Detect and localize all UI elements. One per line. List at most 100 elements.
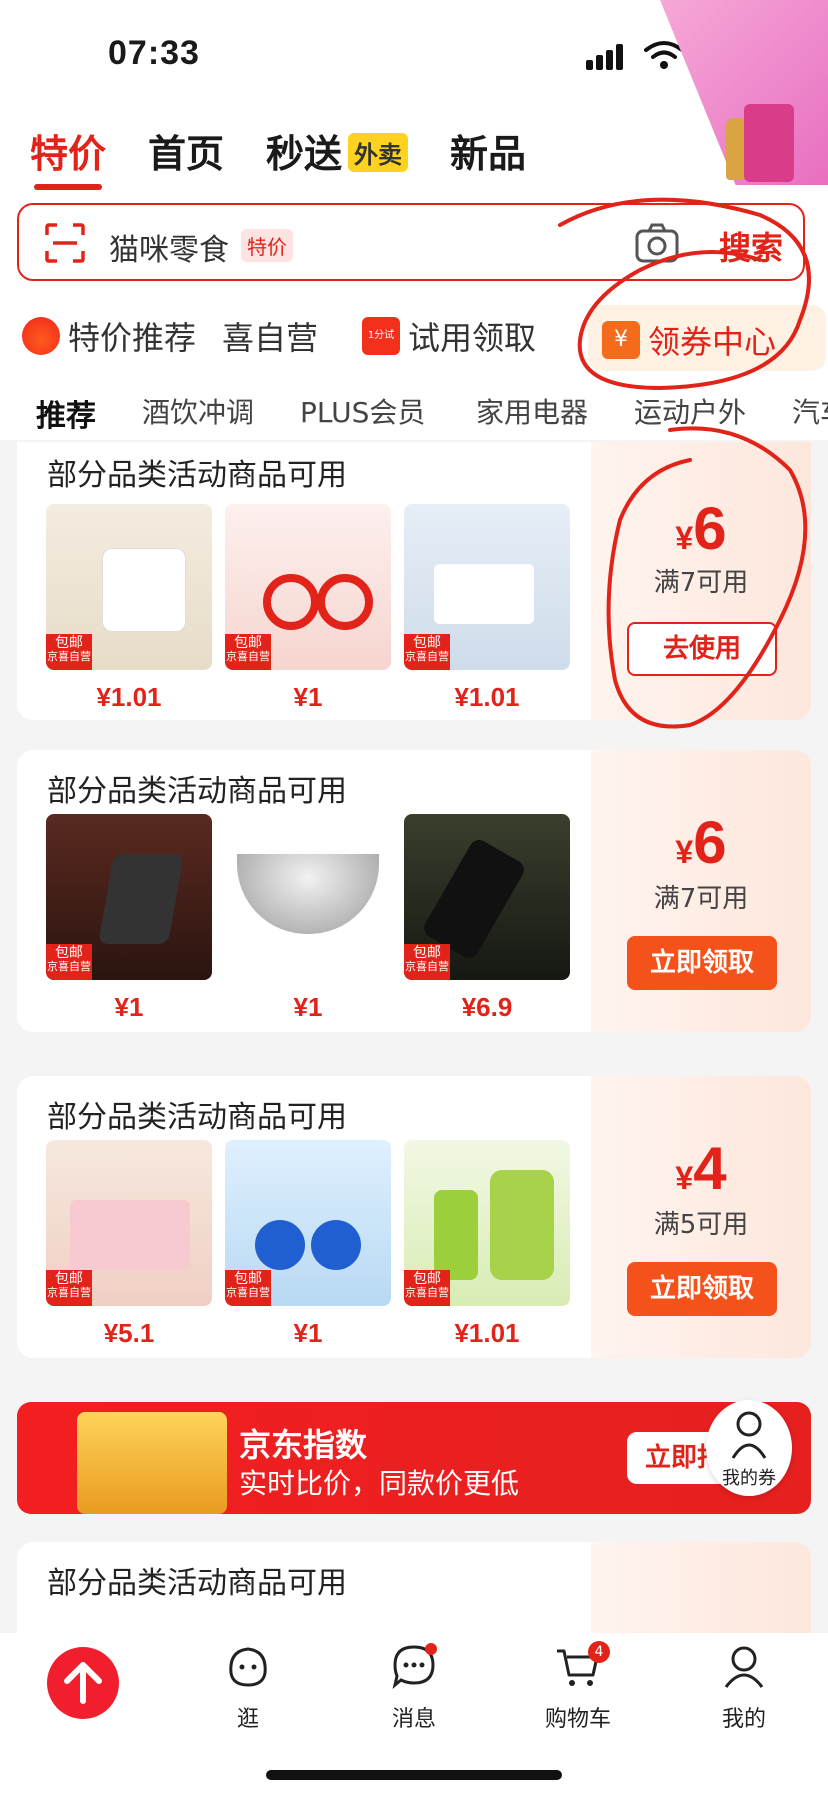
product-tag: 包邮 京喜自营 [225,1270,271,1306]
product-image-steel-bowl[interactable] [225,814,391,980]
quick-link-trial[interactable]: 1分试 试用领取 [362,313,536,359]
coupon-condition: 满7可用 [653,568,749,598]
camera-icon[interactable] [635,223,679,263]
coupon-card[interactable]: 部分品类活动商品可用 [17,1542,811,1642]
product-image-thermometer[interactable]: 包邮 京喜自营 [46,504,212,670]
product-tag: 包邮 京喜自营 [46,944,92,980]
browse-face-icon [229,1647,267,1687]
coupon-amount: ¥6 [675,495,727,562]
search-input[interactable]: 猫咪零食 [109,225,229,269]
nav-label: 逛 [236,1707,259,1732]
promo-product-image[interactable] [744,104,794,182]
tab-tejia[interactable]: 特价 [30,123,106,190]
quick-link-self-operated[interactable]: 喜自营 [222,313,318,359]
search-query-tag: 特价 [241,229,293,262]
status-time: 07:33 [108,34,200,72]
coupon-card[interactable]: ¥6 满7可用 去使用 部分品类活动商品可用 包邮 京喜自营 包邮 京喜自营 包邮京… [17,442,811,720]
product-price: ¥1 [293,992,323,1022]
my-coupons-button[interactable]: 我的券 [706,1400,792,1496]
search-bar[interactable]: 猫咪零食 特价 搜索 [17,203,805,281]
my-coupons-label: 我的券 [722,1468,776,1489]
quick-link-special[interactable]: 特价推荐 [22,313,196,359]
waimai-badge: 外卖 [348,132,409,172]
product-price: ¥1.01 [454,1318,520,1348]
category-tabs: 推荐 酒饮冲调 PLUS会员 家用电器 运动户外 汽车 [0,385,828,435]
nav-messages[interactable]: 消息 [354,1643,474,1733]
tab-miaosong[interactable]: 秒送 外卖 [266,123,409,178]
product-tag: 包邮 京喜自营 [46,634,92,670]
coupon-value-panel: ¥6 满7可用 立即领取 [591,750,811,1032]
category-tab-appliances[interactable]: 家用电器 [476,391,588,431]
use-coupon-button[interactable]: 去使用 [627,622,777,676]
person-icon [731,1411,767,1459]
coupon-value-panel: ¥6 满7可用 去使用 [591,442,811,720]
nav-cart[interactable]: 4 购物车 [518,1641,638,1733]
product-price: ¥1.01 [96,682,162,712]
product-price: ¥5.1 [103,1318,155,1348]
coupon-value-panel: ¥4 满5可用 立即领取 [591,1076,811,1358]
scan-icon[interactable] [45,223,85,263]
category-tab-recommended[interactable]: 推荐 [36,391,96,435]
category-tab-auto[interactable]: 汽车 [792,391,828,431]
coupon-condition: 满7可用 [653,884,749,914]
product-price: ¥1 [293,1318,323,1348]
quick-link-coupon-center[interactable]: ¥ 领券中心 [588,305,826,371]
coupon-condition: 满5可用 [653,1210,749,1240]
coupon-amount: ¥4 [675,1135,727,1202]
category-tab-drinks[interactable]: 酒饮冲调 [142,391,254,431]
home-indicator [266,1770,562,1780]
top-tabs: 特价 首页 秒送 外卖 新品 [30,120,568,190]
product-image-pen-holder[interactable]: 包邮 京喜自营 [46,1140,212,1306]
product-tag: 包邮 京喜自营 [404,944,450,980]
product-tag: 包邮 京喜自营 [404,634,450,670]
message-icon [392,1643,437,1689]
coupon-value-panel [591,1542,811,1642]
coupon-scope-title: 部分品类活动商品可用 [47,774,347,809]
banner-title: 京东指数 [239,1426,368,1464]
coupon-card[interactable]: ¥4 满5可用 立即领取 部分品类活动商品可用 包邮 京喜自营 包邮 京喜自营 包邮… [17,1076,811,1358]
coupon-scope-title: 部分品类活动商品可用 [47,458,347,493]
banner-subtitle: 实时比价，同款价更低 [239,1467,520,1500]
coupon-card[interactable]: ¥6 满7可用 立即领取 部分品类活动商品可用 包邮 京喜自营 包邮 京喜自营 ¥1… [17,750,811,1032]
coupon-scope-title: 部分品类活动商品可用 [47,1566,347,1601]
product-price: ¥1.01 [454,682,520,712]
banner-illustration [77,1412,227,1514]
arrow-up-icon [64,1662,102,1704]
person-icon [724,1646,764,1688]
nav-mine[interactable]: 我的 [684,1643,804,1733]
back-to-top-button[interactable] [47,1647,119,1719]
trial-icon: 1分试 [362,317,400,355]
quick-link-label: 领券中心 [648,323,777,361]
tab-new[interactable]: 新品 [450,123,526,178]
quick-links: 特价推荐 喜自营 1分试 试用领取 ¥ 领券中心 [22,305,826,371]
product-tag: 包邮 京喜自营 [225,634,271,670]
category-tab-outdoor[interactable]: 运动户外 [634,391,746,431]
product-price: ¥1 [114,992,144,1022]
jd-index-banner[interactable]: 京东指数 实时比价，同款价更低 立即抢 [17,1402,811,1514]
claim-coupon-button[interactable]: 立即领取 [627,936,777,990]
coupon-amount: ¥6 [675,809,727,876]
product-price: ¥1 [293,682,323,712]
nav-browse[interactable]: 逛 [188,1643,308,1733]
wifi-icon [644,41,684,69]
header-area: 07:33 99 特价 首页 秒送外卖 新品 猫咪零食 特价 [0,0,828,440]
product-tag: 包邮 京喜自营 [46,1270,92,1306]
cart-count-badge: 4 [588,1641,610,1663]
product-image-trash-bags[interactable]: 包邮 京喜自营 [404,1140,570,1306]
product-price: ¥6.9 [461,992,513,1022]
nav-label: 我的 [721,1707,766,1732]
category-tab-plus[interactable]: PLUS会员 [300,391,425,431]
search-button[interactable]: 搜索 [719,223,783,269]
product-image-flashlight[interactable]: 包邮 京喜自营 [404,814,570,980]
nav-label: 购物车 [544,1707,611,1732]
signal-icon [586,44,626,70]
product-tag: 包邮 京喜自营 [404,1270,450,1306]
product-image-toilet-cleaner[interactable]: 包邮 京喜自营 [225,1140,391,1306]
tab-home[interactable]: 首页 [148,123,224,178]
product-image-phone-stand[interactable]: 包邮 京喜自营 [46,814,212,980]
product-image-scissors[interactable]: 包邮 京喜自营 [225,504,391,670]
product-image-floss[interactable]: 包邮 京喜自营 [404,504,570,670]
tab-miaosong-label: 秒送 [266,131,343,176]
claim-coupon-button[interactable]: 立即领取 [627,1262,777,1316]
flame-percent-icon [22,317,60,355]
